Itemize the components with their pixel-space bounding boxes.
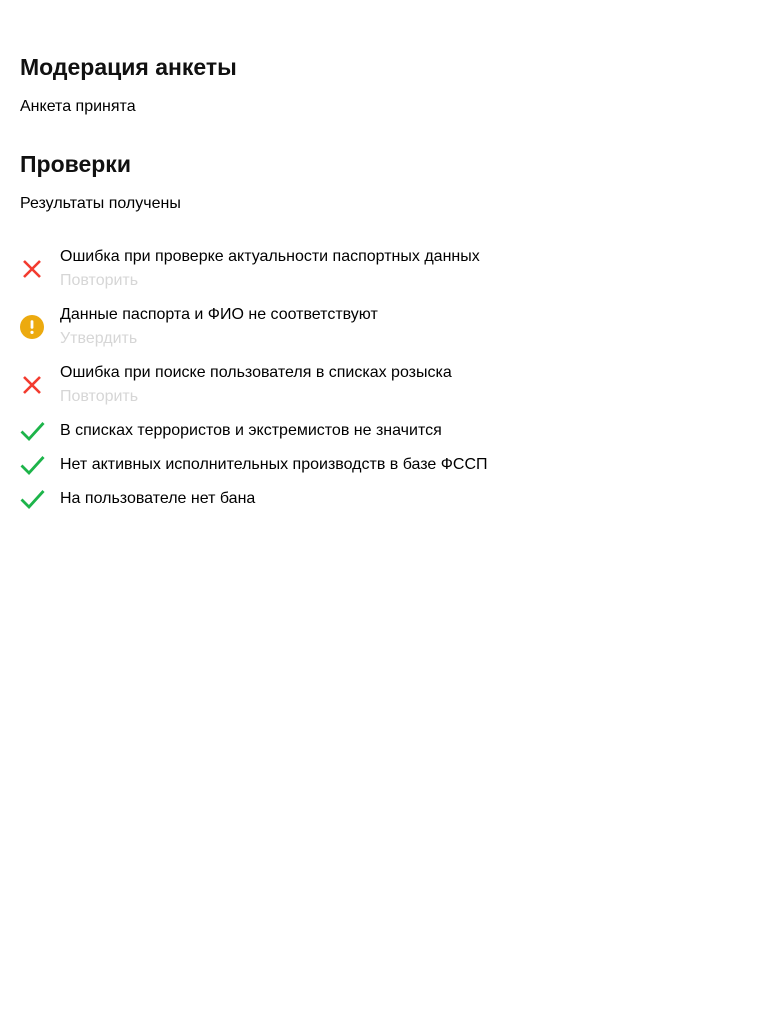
moderation-status: Анкета принята [20,98,136,115]
error-cross-icon [20,257,46,283]
checks-status: Результаты получены [20,195,181,212]
success-check-icon [20,419,46,445]
check-item-label: На пользователе нет бана [60,490,256,507]
moderation-title: Модерация анкеты [20,54,237,80]
check-item-label: Данные паспорта и ФИО не соответствуют [60,306,378,323]
checks-title: Проверки [20,151,131,177]
success-check-icon [20,487,46,513]
check-item-label: В списках террористов и экстремистов не … [60,422,442,439]
check-item-label: Ошибка при проверке актуальности паспорт… [60,248,480,265]
error-cross-icon [20,373,46,399]
warning-exclamation-icon [20,315,46,341]
retry-link[interactable]: Повторить [60,271,138,291]
approve-link[interactable]: Утвердить [60,329,137,349]
check-item-label: Нет активных исполнительных производств … [60,456,488,473]
check-item-label: Ошибка при поиске пользователя в списках… [60,364,452,381]
success-check-icon [20,453,46,479]
retry-link[interactable]: Повторить [60,387,138,407]
